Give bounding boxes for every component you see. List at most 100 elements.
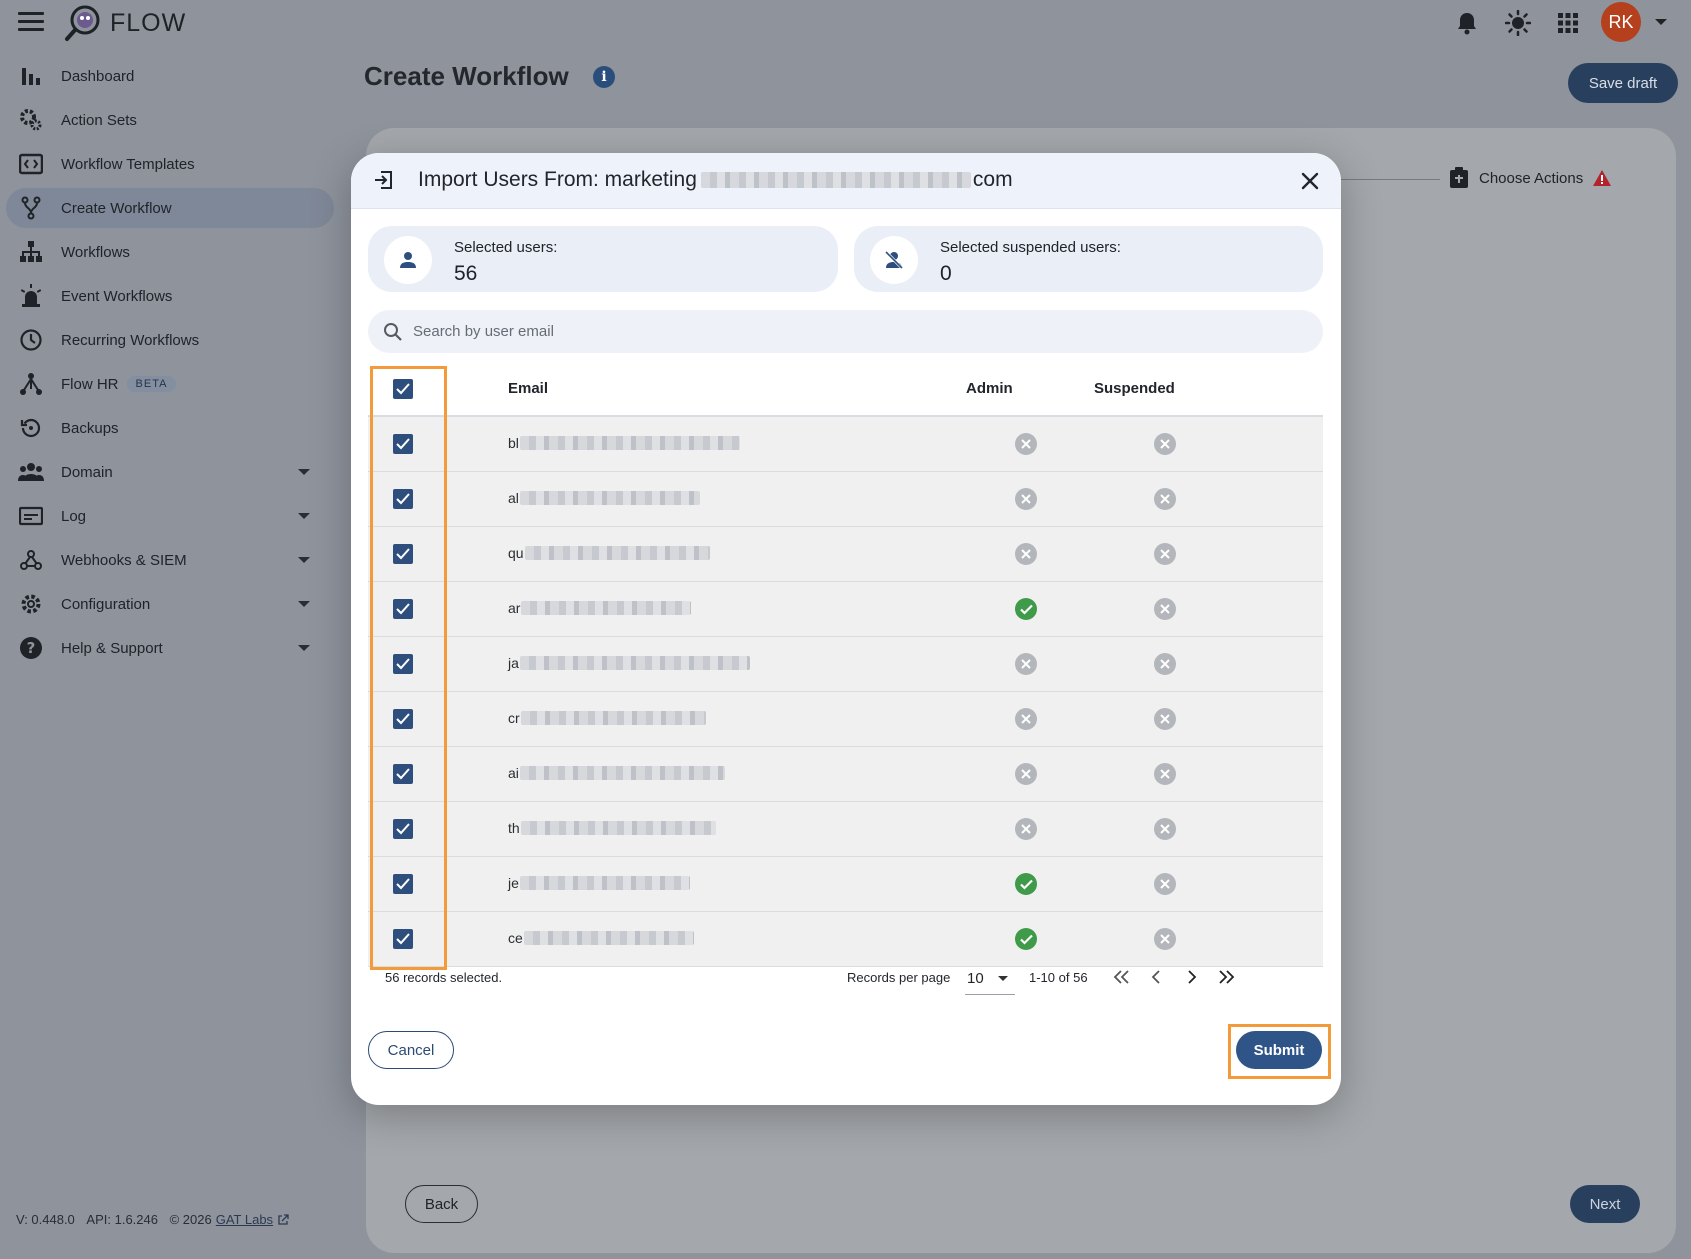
previous-page-button[interactable] — [1144, 965, 1168, 989]
row-checkbox[interactable] — [393, 929, 413, 949]
search-input[interactable] — [413, 323, 1293, 340]
clock-icon — [18, 327, 44, 353]
expand-caret-icon[interactable] — [298, 469, 310, 475]
menu-icon[interactable] — [18, 12, 44, 34]
sidebar-item-flow-hr[interactable]: Flow HR BETA — [6, 364, 334, 404]
row-checkbox[interactable] — [393, 874, 413, 894]
hierarchy-icon — [18, 239, 44, 265]
table-row[interactable]: je — [368, 857, 1323, 912]
check-icon — [396, 603, 410, 615]
table-row[interactable]: bl — [368, 417, 1323, 472]
sidebar-item-backups[interactable]: Backups — [6, 408, 334, 448]
suspended-cross-icon — [1154, 818, 1176, 840]
email-cell: bl — [508, 435, 740, 451]
suspended-cross-icon — [1154, 543, 1176, 565]
user-avatar[interactable]: RK — [1601, 2, 1641, 42]
admin-cross-icon — [1015, 488, 1037, 510]
expand-caret-icon[interactable] — [298, 601, 310, 607]
sidebar-item-domain[interactable]: Domain — [6, 452, 334, 492]
next-page-button[interactable] — [1180, 965, 1204, 989]
selected-suspended-count: 0 — [940, 262, 952, 285]
row-checkbox[interactable] — [393, 819, 413, 839]
sidebar-item-configuration[interactable]: Configuration — [6, 584, 334, 624]
row-checkbox[interactable] — [393, 709, 413, 729]
table-row[interactable]: cr — [368, 692, 1323, 747]
gear-icon — [18, 591, 44, 617]
email-text: ce — [508, 930, 523, 946]
notifications-bell-icon[interactable] — [1452, 8, 1482, 38]
sidebar-item-create-workflow[interactable]: Create Workflow — [6, 188, 334, 228]
redacted-email — [519, 876, 690, 890]
sidebar-item-webhooks-siem[interactable]: Webhooks & SIEM — [6, 540, 334, 580]
row-checkbox[interactable] — [393, 654, 413, 674]
sidebar-item-recurring-workflows[interactable]: Recurring Workflows — [6, 320, 334, 360]
dialog-title-suffix: com — [972, 168, 1013, 191]
records-per-page-select[interactable]: 10 — [965, 959, 1015, 995]
records-per-page-label: Records per page — [847, 970, 951, 985]
sidebar-item-label: Backups — [61, 419, 119, 437]
submit-button[interactable]: Submit — [1236, 1031, 1322, 1069]
redacted-email — [519, 436, 740, 450]
app-logo[interactable]: FLOW — [64, 4, 186, 42]
column-email[interactable]: Email — [508, 380, 548, 397]
template-icon — [18, 151, 44, 177]
close-icon[interactable] — [1297, 168, 1323, 194]
expand-caret-icon[interactable] — [298, 645, 310, 651]
sidebar-item-help-support[interactable]: ? Help & Support — [6, 628, 334, 668]
sidebar-item-label: Log — [61, 507, 87, 525]
dialog-header: Import Users From: marketing com — [351, 153, 1341, 209]
table-row[interactable]: th — [368, 802, 1323, 857]
column-suspended[interactable]: Suspended — [1094, 380, 1175, 397]
back-button[interactable]: Back — [405, 1185, 478, 1223]
row-checkbox[interactable] — [393, 544, 413, 564]
theme-toggle-sun-icon[interactable] — [1503, 8, 1533, 38]
row-checkbox[interactable] — [393, 599, 413, 619]
sidebar-item-event-workflows[interactable]: Event Workflows — [6, 276, 334, 316]
table-row[interactable]: ai — [368, 747, 1323, 802]
column-admin[interactable]: Admin — [966, 380, 1013, 397]
expand-caret-icon[interactable] — [298, 513, 310, 519]
row-checkbox[interactable] — [393, 434, 413, 454]
stepper-connector — [1340, 179, 1440, 180]
table-row[interactable]: ar — [368, 582, 1323, 637]
email-cell: ce — [508, 930, 694, 946]
gat-labs-link[interactable]: GAT Labs — [216, 1212, 273, 1227]
redacted-email — [519, 491, 700, 505]
selected-suspended-label: Selected suspended users: — [940, 239, 1121, 256]
cancel-button[interactable]: Cancel — [368, 1031, 454, 1069]
copyright: © 2026 — [169, 1212, 212, 1227]
last-page-button[interactable] — [1215, 965, 1239, 989]
account-caret-icon[interactable] — [1655, 19, 1667, 25]
person-icon — [384, 236, 432, 284]
search-icon — [384, 322, 402, 341]
table-row[interactable]: ja — [368, 637, 1323, 692]
email-cell: th — [508, 820, 716, 836]
info-icon[interactable]: i — [593, 66, 615, 88]
apps-grid-icon[interactable] — [1553, 8, 1583, 38]
svg-text:?: ? — [27, 639, 36, 657]
select-all-checkbox[interactable] — [393, 379, 413, 399]
next-button[interactable]: Next — [1570, 1185, 1640, 1223]
suspended-cross-icon — [1154, 598, 1176, 620]
sidebar-item-log[interactable]: Log — [6, 496, 334, 536]
table-row[interactable]: qu — [368, 527, 1323, 582]
email-text: ai — [508, 765, 519, 781]
row-checkbox[interactable] — [393, 764, 413, 784]
save-draft-button[interactable]: Save draft — [1568, 63, 1678, 103]
sidebar-item-label: Webhooks & SIEM — [61, 551, 187, 569]
sidebar-item-dashboard[interactable]: Dashboard — [6, 56, 334, 96]
expand-caret-icon[interactable] — [298, 557, 310, 563]
check-icon — [396, 878, 410, 890]
webhook-icon — [18, 547, 44, 573]
gears-icon — [18, 107, 44, 133]
table-row[interactable]: al — [368, 472, 1323, 527]
sidebar-item-workflow-templates[interactable]: Workflow Templates — [6, 144, 334, 184]
first-page-button[interactable] — [1109, 965, 1133, 989]
row-checkbox[interactable] — [393, 489, 413, 509]
sidebar-item-workflows[interactable]: Workflows — [6, 232, 334, 272]
step-choose-actions[interactable]: Choose Actions — [1449, 167, 1612, 189]
sidebar: Dashboard Action Sets Workflow Templates… — [0, 56, 340, 672]
records-selected-text: 56 records selected. — [385, 970, 503, 985]
selected-suspended-card: Selected suspended users: 0 — [854, 226, 1323, 292]
sidebar-item-action-sets[interactable]: Action Sets — [6, 100, 334, 140]
